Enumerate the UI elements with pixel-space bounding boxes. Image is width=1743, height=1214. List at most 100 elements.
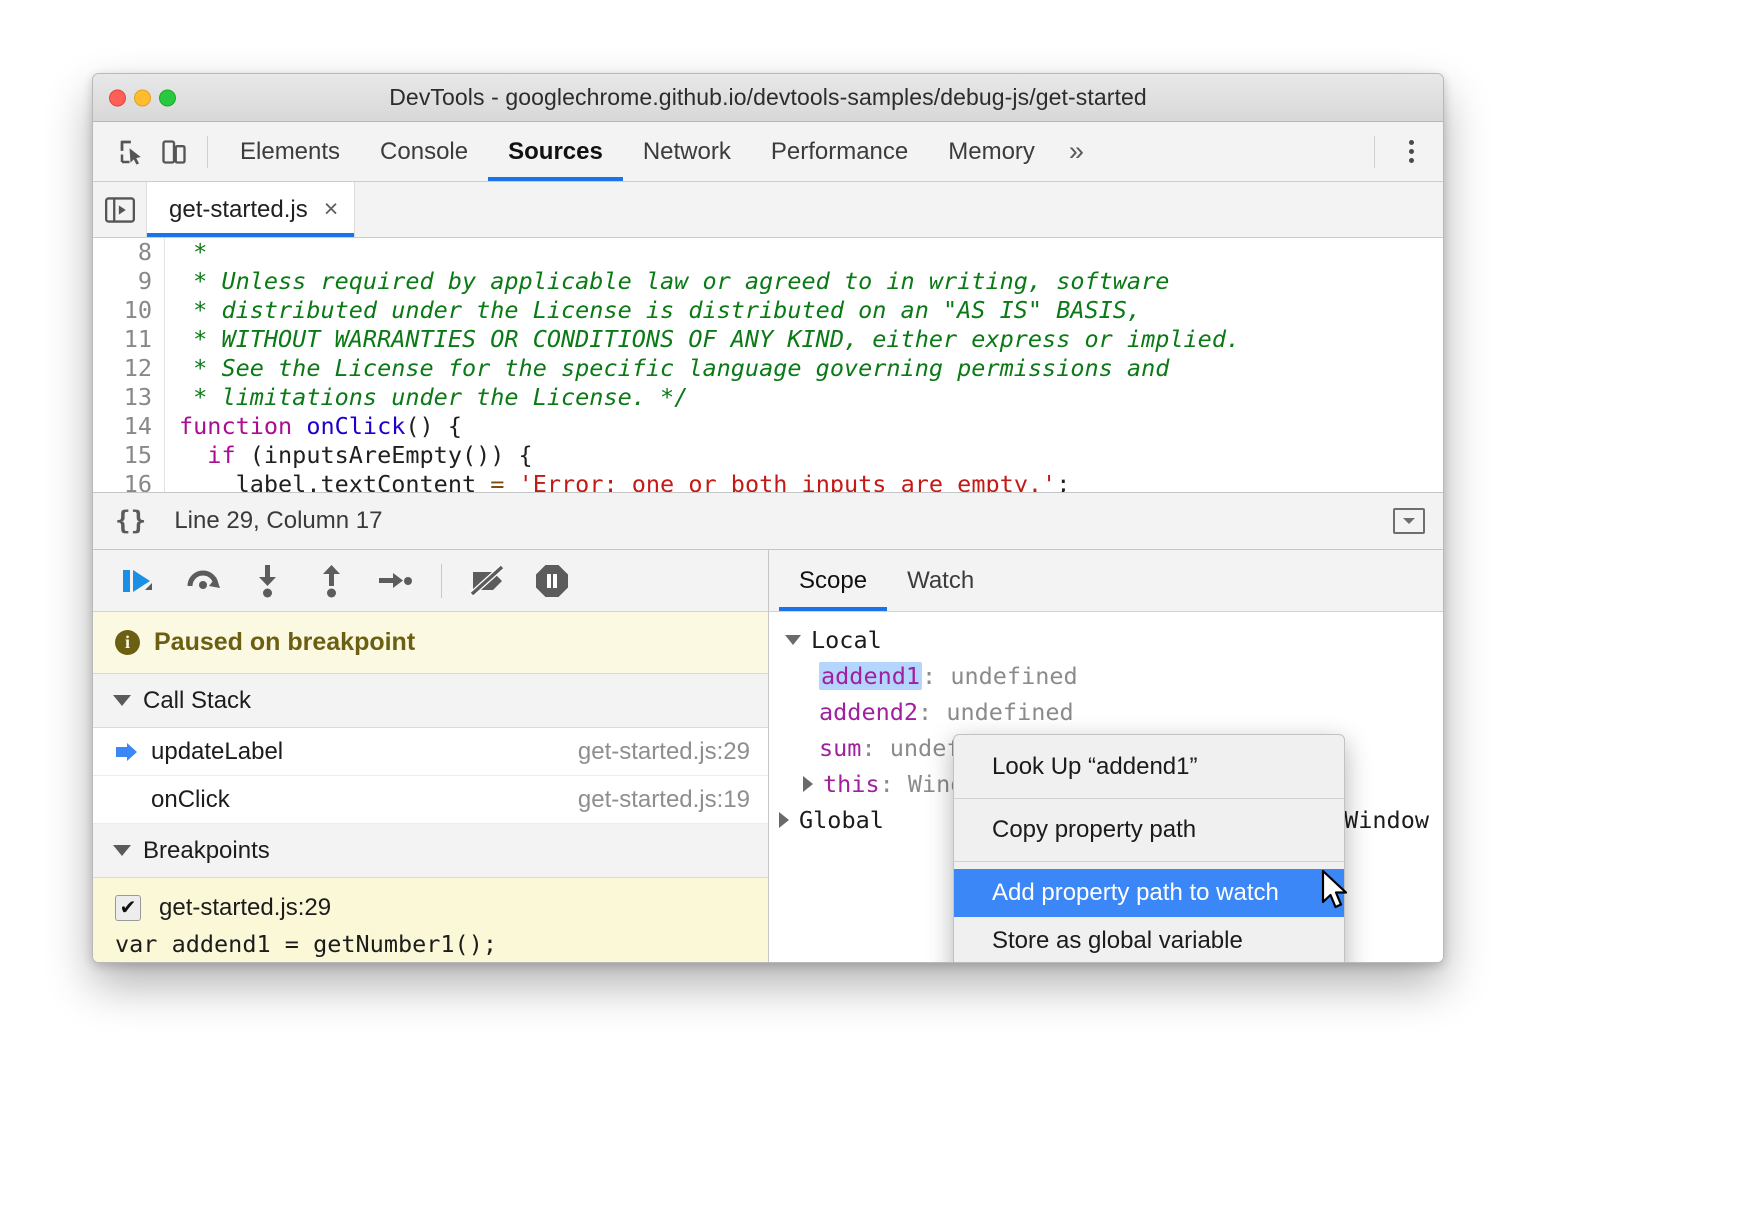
context-menu-separator	[954, 861, 1344, 862]
window-titlebar: DevTools - googlechrome.github.io/devtoo…	[93, 74, 1443, 122]
more-options-icon[interactable]	[1393, 132, 1429, 172]
tab-scope[interactable]: Scope	[779, 550, 887, 611]
breakpoint-head: ✔ get-started.js:29	[115, 894, 748, 922]
breakpoints-title: Breakpoints	[143, 837, 270, 865]
debugger-control-toolbar	[93, 550, 768, 612]
code-token: onClick	[306, 412, 405, 440]
code-line: 16 label.textContent = 'Error: one or bo…	[93, 470, 1443, 492]
global-scope-value: Window	[1344, 806, 1429, 834]
code-token: function	[179, 412, 306, 440]
breakpoint-checkbox[interactable]: ✔	[115, 895, 141, 921]
line-number: 8	[93, 238, 165, 267]
context-menu-item-look-up[interactable]: Look Up “addend1”	[954, 743, 1344, 791]
breakpoint-item[interactable]: ✔ get-started.js:29 var addend1 = getNum…	[93, 878, 768, 963]
toolbar-right-group	[1374, 122, 1429, 181]
code-token: * See the License for the specific langu…	[179, 354, 1169, 382]
tab-network[interactable]: Network	[623, 122, 751, 181]
tab-sources[interactable]: Sources	[488, 122, 623, 181]
file-tab-label: get-started.js	[169, 196, 308, 224]
line-number: 11	[93, 325, 165, 354]
frame-location: get-started.js:29	[578, 738, 750, 766]
line-content: function onClick() {	[165, 412, 462, 441]
devtools-window: DevTools - googlechrome.github.io/devtoo…	[92, 73, 1444, 963]
more-tabs-icon[interactable]: »	[1055, 136, 1098, 167]
device-toolbar-icon[interactable]	[153, 131, 195, 173]
property-value: : undefined	[922, 662, 1078, 690]
scope-name: Local	[811, 626, 882, 654]
chevron-down-icon	[113, 695, 131, 706]
scope-prop-addend2[interactable]: addend2: undefined	[769, 694, 1443, 730]
resume-icon[interactable]	[111, 557, 167, 605]
scope-node-local[interactable]: Local	[769, 622, 1443, 658]
pause-on-exceptions-icon[interactable]	[524, 557, 580, 605]
file-tab-bar: get-started.js ×	[93, 182, 1443, 238]
line-content: * Unless required by applicable law or a…	[165, 267, 1169, 296]
show-navigator-icon[interactable]	[93, 182, 147, 237]
pretty-print-icon[interactable]: {}	[115, 506, 146, 536]
breakpoints-header[interactable]: Breakpoints	[93, 824, 768, 878]
scope-prop-addend1[interactable]: addend1: undefined	[769, 658, 1443, 694]
code-token: * WITHOUT WARRANTIES OR CONDITIONS OF AN…	[179, 325, 1240, 353]
close-icon[interactable]: ×	[324, 197, 339, 222]
code-lines: 8 *9 * Unless required by applicable law…	[93, 238, 1443, 492]
step-icon[interactable]	[367, 557, 423, 605]
code-token: * distributed under the License is distr…	[179, 296, 1141, 324]
close-button[interactable]	[109, 89, 126, 106]
zoom-button[interactable]	[159, 89, 176, 106]
tab-elements[interactable]: Elements	[220, 122, 360, 181]
step-out-icon[interactable]	[303, 557, 359, 605]
frame-location: get-started.js:19	[578, 786, 750, 814]
code-token	[504, 470, 518, 492]
tab-watch[interactable]: Watch	[887, 550, 994, 611]
chevron-right-icon[interactable]	[803, 776, 813, 792]
line-number: 9	[93, 267, 165, 296]
line-content: * See the License for the specific langu…	[165, 354, 1169, 383]
debugger-left-pane: i Paused on breakpoint Call Stack update…	[93, 550, 769, 963]
call-stack-frame-onclick[interactable]: onClick get-started.js:19	[93, 776, 768, 824]
code-token: if	[207, 441, 235, 469]
line-number: 13	[93, 383, 165, 412]
context-menu-item-copy-property-path[interactable]: Copy property path	[954, 806, 1344, 854]
line-content: *	[165, 238, 207, 267]
step-over-icon[interactable]	[175, 557, 231, 605]
devtools-main-toolbar: Elements Console Sources Network Perform…	[93, 122, 1443, 182]
show-console-drawer-icon[interactable]	[1393, 508, 1425, 534]
frame-name: updateLabel	[151, 738, 283, 766]
property-name: addend2	[819, 698, 918, 726]
tab-performance[interactable]: Performance	[751, 122, 928, 181]
context-menu-separator	[954, 798, 1344, 799]
code-token: () {	[405, 412, 462, 440]
code-line: 9 * Unless required by applicable law or…	[93, 267, 1443, 296]
code-line: 13 * limitations under the License. */	[93, 383, 1443, 412]
context-menu-item-store-as-global-variable[interactable]: Store as global variable	[954, 917, 1344, 963]
line-number: 14	[93, 412, 165, 441]
code-token	[179, 441, 207, 469]
code-editor[interactable]: 8 *9 * Unless required by applicable law…	[93, 238, 1443, 492]
deactivate-breakpoints-icon[interactable]	[460, 557, 516, 605]
code-token: *	[179, 238, 207, 266]
chevron-down-icon	[113, 845, 131, 856]
inspect-element-icon[interactable]	[111, 131, 153, 173]
toolbar-divider-right	[1374, 136, 1375, 168]
paused-banner: i Paused on breakpoint	[93, 612, 768, 674]
context-menu-item-add-property-path-to-watch[interactable]: Add property path to watch	[954, 869, 1344, 917]
step-into-icon[interactable]	[239, 557, 295, 605]
chevron-down-icon	[785, 635, 801, 645]
property-name: addend1	[819, 662, 922, 690]
file-tab-get-started-js[interactable]: get-started.js ×	[147, 182, 355, 237]
tab-console[interactable]: Console	[360, 122, 488, 181]
line-content: * distributed under the License is distr…	[165, 296, 1141, 325]
chevron-right-icon[interactable]	[779, 812, 789, 828]
call-stack-frame-updatelabel[interactable]: updateLabel get-started.js:29	[93, 728, 768, 776]
line-number: 16	[93, 470, 165, 492]
code-line: 11 * WITHOUT WARRANTIES OR CONDITIONS OF…	[93, 325, 1443, 354]
status-right-group	[1393, 508, 1425, 534]
frame-name: onClick	[151, 786, 230, 814]
window-traffic-lights	[109, 89, 176, 106]
tab-memory[interactable]: Memory	[928, 122, 1055, 181]
context-menu[interactable]: Look Up “addend1” Copy property path Add…	[953, 734, 1345, 963]
code-token: * limitations under the License. */	[179, 383, 688, 411]
code-token: label.textContent	[179, 470, 490, 492]
minimize-button[interactable]	[134, 89, 151, 106]
call-stack-header[interactable]: Call Stack	[93, 674, 768, 728]
